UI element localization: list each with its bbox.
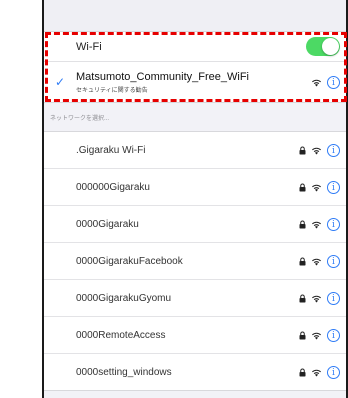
wifi-group: Wi-Fi ✓ Matsumoto_Community_Free_WiFi セキ… (44, 31, 346, 103)
network-row[interactable]: .Gigaraku Wi-Fi i (44, 132, 346, 169)
wifi-label: Wi-Fi (76, 40, 102, 53)
info-icon[interactable]: i (327, 254, 340, 268)
network-name: 0000GigarakuFacebook (76, 255, 183, 267)
wifi-signal-icon (312, 221, 321, 228)
network-row[interactable]: 000000Gigaraku i (44, 169, 346, 206)
network-icons: i (299, 291, 340, 305)
wifi-toggle-row: Wi-Fi (44, 32, 346, 62)
network-name: 0000setting_windows (76, 366, 172, 378)
wifi-toggle-switch[interactable] (306, 37, 340, 56)
info-icon[interactable]: i (327, 291, 340, 305)
lock-icon (299, 294, 306, 302)
network-icons: i (299, 180, 340, 194)
info-icon[interactable]: i (327, 217, 340, 231)
network-icons: i (299, 217, 340, 231)
network-name: 0000RemoteAccess (76, 329, 166, 341)
network-icons: i (299, 143, 340, 157)
wifi-signal-icon (312, 147, 321, 154)
lock-icon (299, 220, 306, 228)
info-icon[interactable]: i (327, 328, 340, 342)
settings-screen: Wi-Fi ✓ Matsumoto_Community_Free_WiFi セキ… (42, 0, 348, 398)
network-icons: i (299, 328, 340, 342)
network-icons: i (299, 254, 340, 268)
lock-icon (299, 146, 306, 154)
network-name: 0000Gigaraku (76, 218, 139, 230)
choose-network-header: ネットワークを選択... (50, 115, 110, 122)
info-icon[interactable]: i (327, 180, 340, 194)
network-row[interactable]: 0000RemoteAccess i (44, 317, 346, 354)
lock-icon (299, 257, 306, 265)
network-row[interactable]: 0000Gigaraku i (44, 206, 346, 243)
security-recommendation: セキュリティに関する勧告 (76, 88, 148, 94)
checkmark-icon: ✓ (54, 75, 66, 89)
lock-icon (299, 368, 306, 376)
wifi-signal-icon (312, 295, 321, 302)
network-name: 0000GigarakuGyomu (76, 292, 172, 304)
network-list: .Gigaraku Wi-Fi i 000000Gigaraku i 0000Gigar… (44, 131, 346, 391)
wifi-signal-icon (312, 258, 321, 265)
info-icon[interactable]: i (327, 75, 340, 89)
wifi-signal-icon (312, 184, 321, 191)
lock-icon (299, 183, 306, 191)
network-icons: i (299, 365, 340, 379)
info-icon[interactable]: i (327, 365, 340, 379)
lock-icon (299, 331, 306, 339)
toggle-knob (322, 38, 339, 55)
connected-network-name: Matsumoto_Community_Free_WiFi (76, 71, 249, 83)
network-row[interactable]: 0000setting_windows i (44, 354, 346, 390)
network-name: .Gigaraku Wi-Fi (76, 144, 146, 156)
top-strip (44, 0, 346, 31)
info-icon[interactable]: i (327, 143, 340, 157)
network-name: 000000Gigaraku (76, 181, 150, 193)
connected-network-row[interactable]: ✓ Matsumoto_Community_Free_WiFi セキュリティに関… (44, 62, 346, 102)
network-row[interactable]: 0000GigarakuFacebook i (44, 243, 346, 280)
wifi-signal-icon (312, 332, 321, 339)
wifi-signal-icon (312, 79, 321, 86)
connected-network-text: Matsumoto_Community_Free_WiFi セキュリティに関する… (76, 70, 311, 94)
connected-network-icons: i (311, 75, 340, 89)
wifi-signal-icon (312, 369, 321, 376)
network-row[interactable]: 0000GigarakuGyomu i (44, 280, 346, 317)
